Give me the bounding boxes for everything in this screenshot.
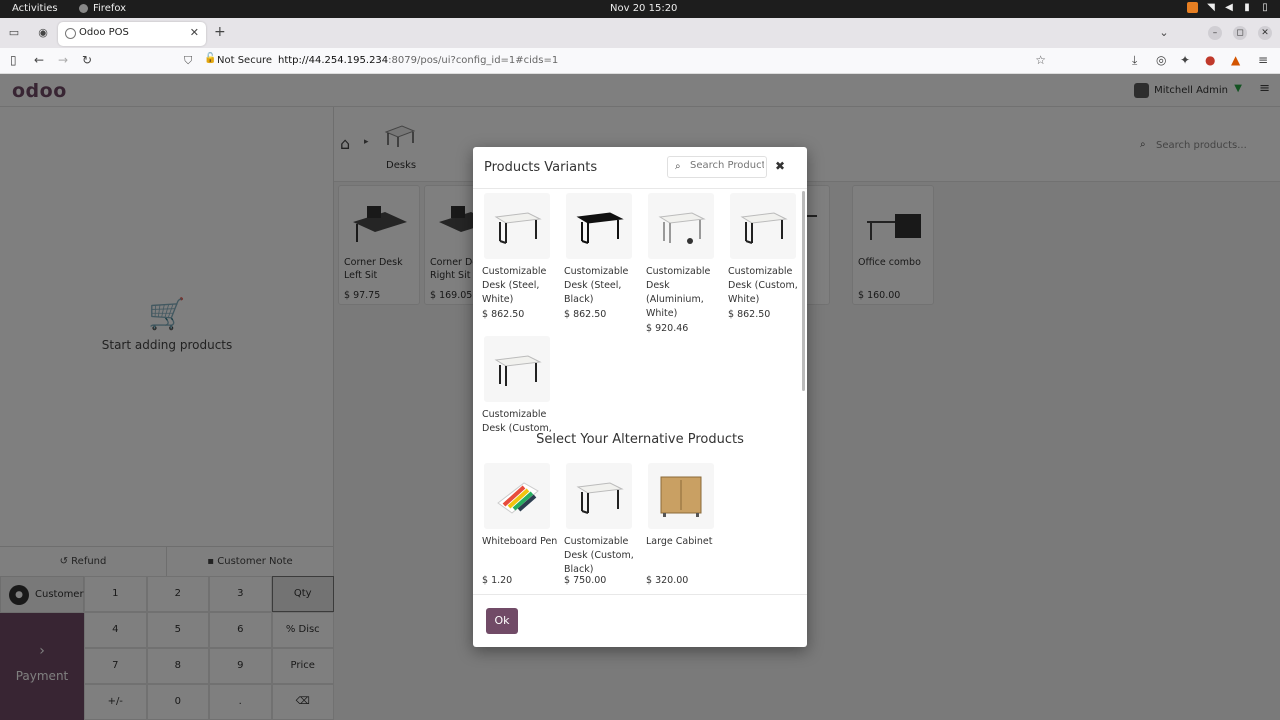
dialog-title: Products Variants bbox=[484, 160, 598, 175]
variant-name: Customizable Desk (Aluminium, White) bbox=[646, 266, 711, 319]
browser-nav-bar: ▯ ← → ↻ ⛉ 🔓 Not Secure http://44.254.195… bbox=[0, 48, 1280, 74]
close-window-icon[interactable]: ✕ bbox=[1258, 26, 1272, 40]
new-tab-icon[interactable]: + bbox=[214, 24, 226, 40]
black-desk-icon bbox=[566, 193, 632, 259]
url-path: :8079/pos/ui?config_id=1#cids=1 bbox=[388, 55, 559, 66]
extensions-icon[interactable]: ✦ bbox=[1180, 53, 1190, 67]
insecure-lock-icon[interactable]: 🔓 bbox=[204, 53, 216, 64]
variant-search-input[interactable] bbox=[690, 160, 764, 171]
minimize-icon[interactable]: – bbox=[1208, 26, 1222, 40]
firefox-app-indicator[interactable]: Firefox bbox=[79, 3, 126, 14]
cabinet-icon bbox=[648, 463, 714, 529]
white-desk-icon bbox=[484, 193, 550, 259]
alternative-name: Large Cabinet bbox=[646, 536, 713, 547]
tracking-shield-icon[interactable]: ⛉ bbox=[184, 54, 192, 68]
white-desk-icon bbox=[730, 193, 796, 259]
restore-icon[interactable]: ◻ bbox=[1233, 26, 1247, 40]
security-label[interactable]: Not Secure bbox=[217, 55, 272, 66]
white-desk-icon bbox=[484, 336, 550, 402]
loading-icon bbox=[65, 28, 76, 39]
variant-price: $ 862.50 bbox=[728, 309, 771, 320]
url-host: http://44.254.195.234 bbox=[278, 55, 389, 66]
system-tray[interactable]: ◥ ◀ ▮ ▯ bbox=[1187, 2, 1270, 13]
pinned-tab-icon[interactable]: ◉ bbox=[36, 26, 50, 40]
alternative-price: $ 1.20 bbox=[482, 575, 513, 586]
account-icon[interactable]: ◎ bbox=[1156, 53, 1166, 67]
variant-name: Customizable Desk (Custom, White) bbox=[728, 266, 798, 305]
screen-record-icon bbox=[1187, 2, 1198, 13]
reload-icon[interactable]: ↻ bbox=[82, 53, 92, 67]
activities-button[interactable]: Activities bbox=[12, 3, 58, 14]
dialog-body: Customizable Desk (Steel, White) $ 862.5… bbox=[473, 188, 807, 594]
dialog-footer: Ok bbox=[473, 594, 807, 647]
microphone-icon: ▮ bbox=[1244, 2, 1250, 13]
alternative-name: Whiteboard Pen bbox=[482, 536, 558, 547]
system-clock[interactable]: Nov 20 15:20 bbox=[610, 3, 677, 14]
url-text[interactable]: http://44.254.195.234:8079/pos/ui?config… bbox=[278, 55, 558, 66]
back-icon[interactable]: ← bbox=[34, 53, 44, 67]
tab-odoo-pos[interactable]: Odoo POS ✕ bbox=[58, 22, 206, 46]
battery-icon: ▯ bbox=[1262, 2, 1268, 13]
variant-name: Customizable Desk (Steel, Black) bbox=[564, 266, 629, 305]
alternative-name: Customizable Desk (Custom, Black) bbox=[564, 536, 634, 575]
system-top-bar: Activities Firefox Nov 20 15:20 ◥ ◀ ▮ ▯ bbox=[0, 0, 1280, 18]
alternative-price: $ 750.00 bbox=[564, 575, 607, 586]
alternative-price: $ 320.00 bbox=[646, 575, 689, 586]
extension-b-icon[interactable]: ▲ bbox=[1231, 53, 1240, 67]
url-bar[interactable]: ⛉ 🔓 Not Secure http://44.254.195.234:807… bbox=[176, 50, 1052, 72]
firefox-icon bbox=[79, 4, 88, 13]
product-variants-dialog: Products Variants ⌕ ✖ Customizable Desk … bbox=[473, 147, 807, 647]
extension-a-icon[interactable]: ● bbox=[1205, 53, 1215, 67]
whiteboard-pens-icon bbox=[484, 463, 550, 529]
alternative-products-heading: Select Your Alternative Products bbox=[536, 432, 744, 447]
variant-name: Customizable Desk (Steel, White) bbox=[482, 266, 547, 305]
firefox-label: Firefox bbox=[93, 3, 127, 14]
sidebar-icon[interactable]: ▯ bbox=[10, 53, 17, 67]
tab-list-chevron-icon[interactable]: ⌄ bbox=[1157, 26, 1171, 40]
variant-search[interactable]: ⌕ bbox=[667, 156, 767, 178]
app-menu-icon[interactable]: ≡ bbox=[1258, 53, 1268, 67]
downloads-icon[interactable]: ⤓ bbox=[1132, 53, 1137, 68]
close-icon[interactable]: ✖ bbox=[775, 159, 785, 173]
variant-price: $ 920.46 bbox=[646, 323, 689, 334]
tab-title: Odoo POS bbox=[79, 27, 129, 38]
forward-icon[interactable]: → bbox=[58, 53, 68, 67]
volume-icon: ◀ bbox=[1225, 2, 1233, 13]
wifi-icon: ◥ bbox=[1207, 2, 1215, 13]
close-tab-icon[interactable]: ✕ bbox=[190, 26, 199, 39]
variant-price: $ 862.50 bbox=[482, 309, 525, 320]
search-icon: ⌕ bbox=[675, 161, 681, 172]
white-desk-icon bbox=[566, 463, 632, 529]
bookmark-star-icon[interactable]: ☆ bbox=[1035, 53, 1046, 67]
browser-tab-bar: ▭ ◉ Odoo POS ✕ + ⌄ – ◻ ✕ bbox=[0, 18, 1280, 48]
ok-button[interactable]: Ok bbox=[486, 608, 518, 634]
tab-overview-icon[interactable]: ▭ bbox=[7, 26, 21, 40]
white-desk-icon bbox=[648, 193, 714, 259]
variant-price: $ 862.50 bbox=[564, 309, 607, 320]
